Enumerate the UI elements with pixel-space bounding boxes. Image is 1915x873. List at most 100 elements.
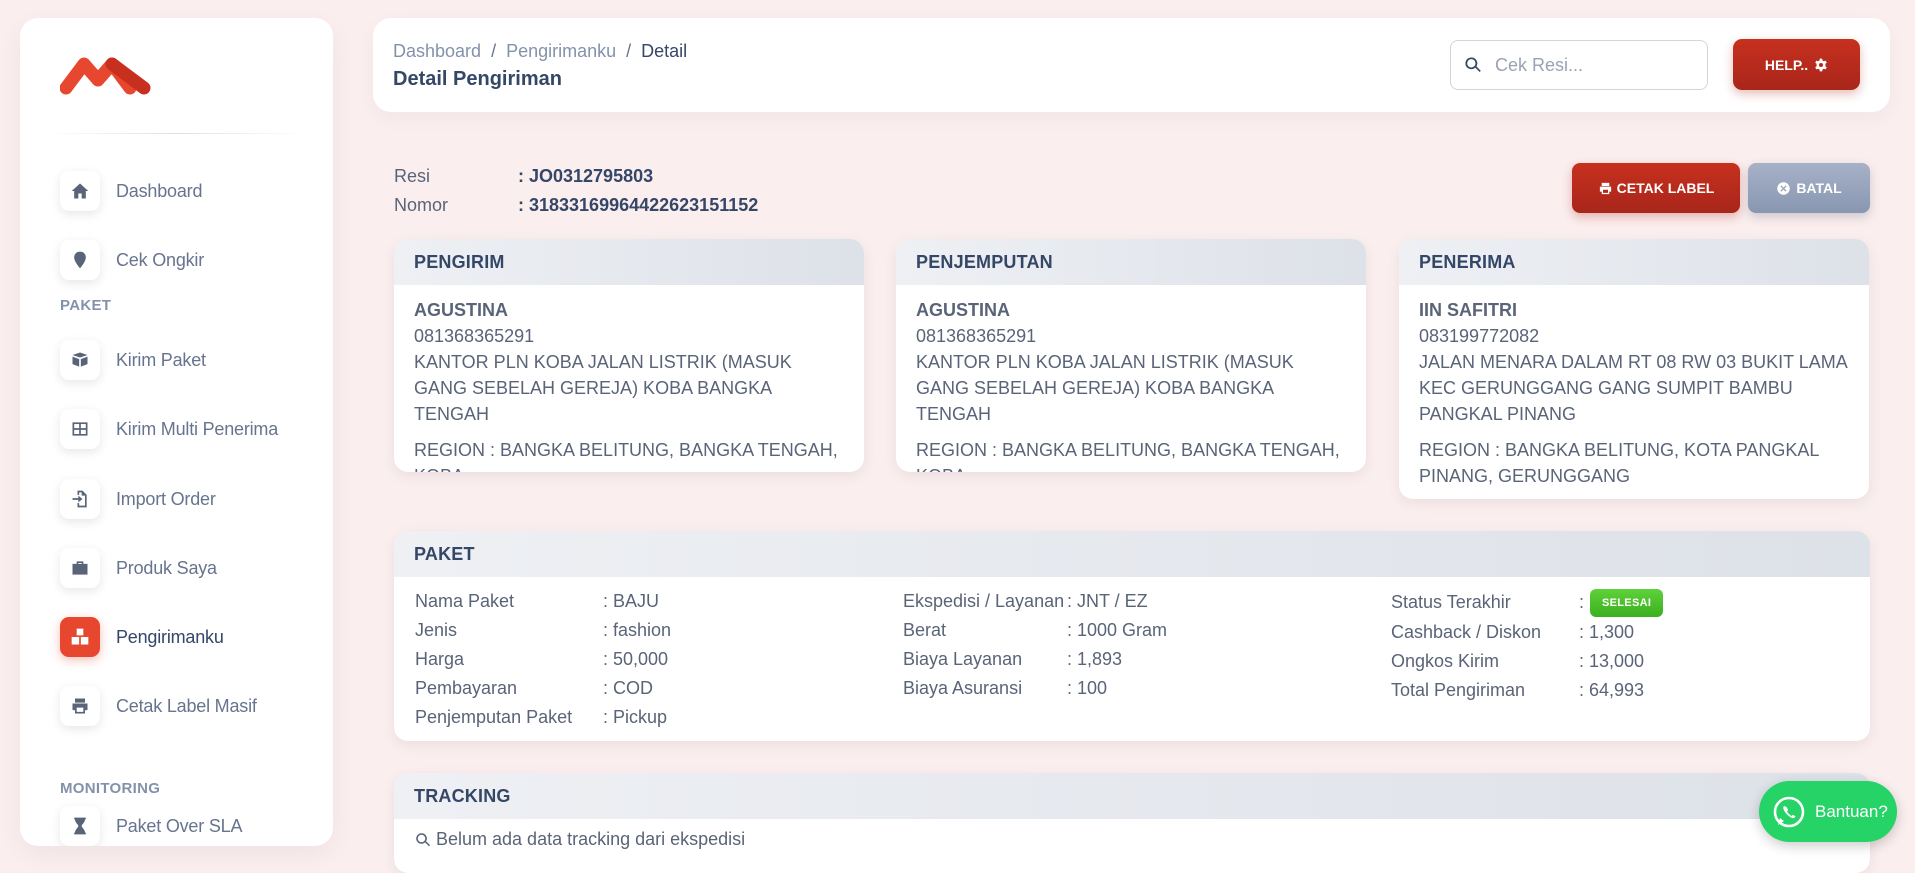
breadcrumb-dashboard[interactable]: Dashboard [393, 41, 481, 62]
sidebar-item-produk-saya[interactable]: Produk Saya [60, 546, 320, 590]
resi-label: Resi [394, 166, 431, 186]
search-box[interactable] [1450, 40, 1708, 90]
kv-row: Harga : 50,000 [415, 645, 671, 674]
paket-col-1: Nama Paket : BAJU Jenis : fashion Harga : 5… [415, 587, 671, 732]
kv-row: Total Pengiriman : 64,993 [1391, 676, 1663, 705]
sidebar-item-cetak-label-masif[interactable]: Cetak Label Masif [60, 684, 320, 728]
kv-row: Cashback / Diskon : 1,300 [1391, 618, 1663, 647]
status-label: Status Terakhir [1391, 592, 1511, 612]
kv-value: : 50,000 [603, 649, 669, 669]
breadcrumb-separator: / [626, 41, 632, 61]
sidebar-item-import-order[interactable]: Import Order [60, 477, 320, 521]
kv-key: Total Pengiriman [1391, 680, 1526, 700]
breadcrumb: Dashboard / Pengirimanku / Detail [393, 41, 687, 62]
kv-value: : BAJU [603, 591, 660, 611]
whatsapp-icon [1773, 796, 1805, 827]
sender-name: AGUSTINA [414, 300, 508, 320]
kv-key: Ongkos Kirim [1391, 651, 1500, 671]
sidebar-item-label: Cetak Label Masif [116, 695, 257, 716]
sidebar-item-label: Paket Over SLA [116, 815, 243, 836]
pickup-phone: 081368365291 [916, 326, 1037, 346]
sidebar-item-cek-ongkir[interactable]: Cek Ongkir [60, 238, 320, 282]
help-button-label: HELP.. [1764, 56, 1809, 73]
receiver-name: IIN SAFITRI [1419, 300, 1517, 320]
penjemputan-card: PENJEMPUTAN AGUSTINA 081368365291 KANTOR… [896, 239, 1366, 472]
card-title: TRACKING [394, 773, 1870, 819]
section-label-paket: PAKET [60, 297, 112, 314]
pickup-name: AGUSTINA [916, 300, 1010, 320]
kv-value: : 64,993 [1579, 680, 1645, 700]
search-input[interactable] [1495, 54, 1695, 76]
cetak-label-text: CETAK LABEL [1616, 180, 1715, 196]
kv-row: Berat: 1000 Gram [903, 616, 1167, 645]
kv-key: Nama Paket [415, 591, 515, 611]
hourglass-icon [60, 806, 100, 846]
kv-value: : 1,300 [1579, 622, 1635, 642]
grid-icon [60, 409, 100, 449]
sidebar-item-paket-over-sla[interactable]: Paket Over SLA [60, 804, 320, 846]
sidebar-item-dashboard[interactable]: Dashboard [60, 169, 320, 213]
close-circle-icon [1777, 181, 1791, 195]
whatsapp-help-button[interactable]: Bantuan? [1759, 781, 1897, 842]
card-title: PAKET [394, 531, 1870, 577]
kv-value: : 100 [1067, 678, 1108, 698]
briefcase-icon [60, 548, 100, 588]
sidebar: Dashboard Cek Ongkir PAKET Kirim Paket K… [20, 18, 333, 846]
sidebar-item-kirim-multi-penerima[interactable]: Kirim Multi Penerima [60, 407, 320, 451]
home-icon [60, 171, 100, 211]
pengirim-card: PENGIRIM AGUSTINA 081368365291 KANTOR PL… [394, 239, 864, 472]
search-icon [416, 832, 431, 846]
sidebar-item-label: Cek Ongkir [116, 249, 205, 270]
sender-address: KANTOR PLN KOBA JALAN LISTRIK (MASUK GAN… [414, 352, 792, 424]
sidebar-item-label: Pengirimanku [116, 626, 224, 647]
sender-phone: 081368365291 [414, 326, 535, 346]
cetak-label-button[interactable]: CETAK LABEL [1572, 163, 1740, 213]
sidebar-item-label: Kirim Multi Penerima [116, 418, 279, 439]
kv-key: Penjemputan Paket [415, 707, 573, 727]
kv-value: : JNT / EZ [1067, 591, 1148, 611]
sidebar-item-label: Kirim Paket [116, 349, 206, 370]
boxes-icon [60, 617, 100, 657]
batal-button[interactable]: BATAL [1748, 163, 1870, 213]
kv-value: : fashion [603, 620, 672, 640]
breadcrumb-separator: / [491, 41, 497, 61]
sidebar-item-pengirimanku[interactable]: Pengirimanku [60, 615, 320, 659]
kv-key: Biaya Asuransi [903, 678, 1023, 698]
tracking-card: TRACKING Belum ada data tracking dari ek… [394, 773, 1870, 873]
kv-key: Ekspedisi / Layanan [903, 591, 1065, 611]
kv-value: : 1,893 [1067, 649, 1123, 669]
kv-value: : 13,000 [1579, 651, 1645, 671]
brand-logo[interactable] [60, 48, 156, 104]
resi-row: Resi : JO0312795803 [394, 166, 653, 187]
tracking-empty-state: Belum ada data tracking dari ekspedisi [394, 819, 1870, 860]
card-title: PENGIRIM [394, 239, 864, 285]
kv-row: Penjemputan Paket : Pickup [415, 703, 671, 732]
nomor-label: Nomor [394, 195, 449, 215]
kv-value: : Pickup [603, 707, 668, 727]
kv-key: Cashback / Diskon [1391, 622, 1542, 642]
resi-value: : JO0312795803 [518, 166, 654, 186]
tracking-empty-text: Belum ada data tracking dari ekspedisi [436, 829, 746, 849]
kv-row: Nama Paket : BAJU [415, 587, 671, 616]
penerima-card: PENERIMA IIN SAFITRI 083199772082 JALAN … [1399, 239, 1869, 499]
nomor-value: : 31833169964422623151152 [518, 195, 759, 215]
kv-key: Pembayaran [415, 678, 518, 698]
sender-region: REGION : BANGKA BELITUNG, BANGKA TENGAH,… [414, 440, 838, 472]
kv-key: Jenis [415, 620, 458, 640]
map-pin-icon [60, 240, 100, 280]
sidebar-item-label: Import Order [116, 488, 216, 509]
sidebar-item-kirim-paket[interactable]: Kirim Paket [60, 338, 320, 382]
page-title: Detail Pengiriman [393, 68, 562, 90]
printer-icon [60, 686, 100, 726]
breadcrumb-current: Detail [641, 41, 688, 61]
help-button[interactable]: HELP.. [1733, 39, 1860, 90]
paket-col-3: Status Terakhir: SELESAI Cashback / Disko… [1391, 587, 1664, 705]
sidebar-divider [46, 133, 307, 134]
breadcrumb-pengirimanku[interactable]: Pengirimanku [506, 41, 616, 62]
status-colon: : [1579, 592, 1585, 612]
nomor-row: Nomor : 31833169964422623151152 [394, 195, 758, 216]
sidebar-item-label: Dashboard [116, 180, 203, 201]
kv-key: Harga [415, 649, 465, 669]
pickup-address: KANTOR PLN KOBA JALAN LISTRIK (MASUK GAN… [916, 352, 1294, 424]
import-icon [60, 479, 100, 519]
